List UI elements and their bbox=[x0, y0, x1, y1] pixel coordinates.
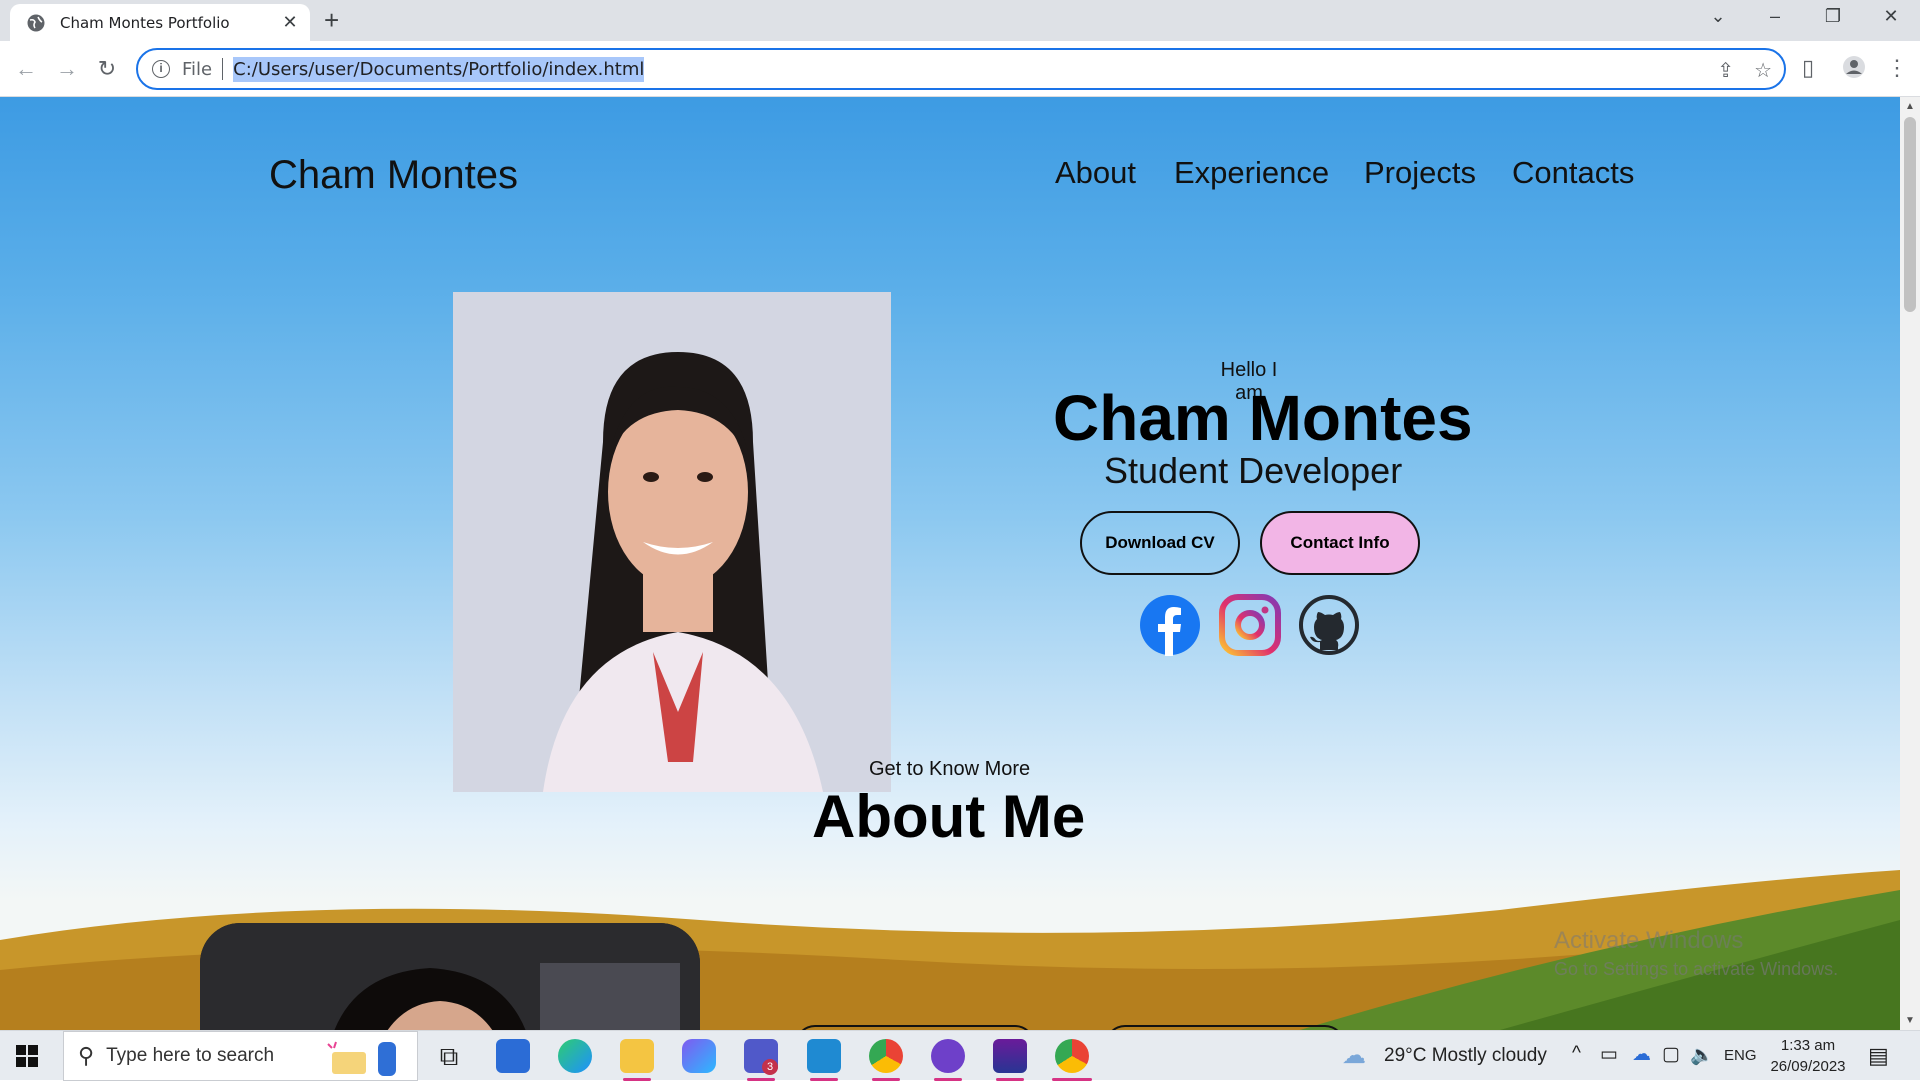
file-explorer-icon[interactable] bbox=[620, 1039, 654, 1073]
site-brand[interactable]: Cham Montes bbox=[269, 153, 518, 198]
chrome-profile-icon[interactable] bbox=[869, 1039, 903, 1073]
windows-taskbar: ⚲ Type here to search ⧉ 3 ☁ 29°C Mostly … bbox=[0, 1030, 1920, 1081]
omnibox-divider bbox=[222, 58, 224, 80]
address-bar[interactable]: i File C:/Users/user/Documents/Portfolio… bbox=[136, 48, 1786, 90]
clock-date: 26/09/2023 bbox=[1770, 1058, 1846, 1075]
scrollbar-thumb[interactable] bbox=[1904, 117, 1916, 312]
onedrive-icon[interactable]: ☁ bbox=[1632, 1043, 1651, 1066]
forward-button[interactable]: → bbox=[51, 53, 83, 85]
reload-button[interactable]: ↻ bbox=[91, 53, 123, 85]
back-button[interactable]: ← bbox=[10, 53, 42, 85]
speaker-volume-icon[interactable]: 🔈 bbox=[1690, 1043, 1714, 1067]
copilot-icon[interactable] bbox=[682, 1039, 716, 1073]
clock-time: 1:33 am bbox=[1780, 1037, 1836, 1054]
restore-window-button[interactable]: ❐ bbox=[1818, 6, 1848, 27]
globe-icon bbox=[27, 14, 45, 31]
about-eyebrow: Get to Know More bbox=[869, 758, 1031, 780]
notifications-icon[interactable]: ▤ bbox=[1868, 1043, 1889, 1069]
scroll-up-arrow-icon[interactable]: ▲ bbox=[1905, 101, 1915, 112]
windows-start-icon[interactable] bbox=[16, 1045, 38, 1067]
site-info-icon[interactable]: i bbox=[152, 60, 170, 78]
facebook-icon[interactable] bbox=[1139, 594, 1201, 656]
nav-link-about[interactable]: About bbox=[1055, 155, 1136, 191]
network-icon[interactable]: ▭ bbox=[1600, 1043, 1618, 1066]
about-photo bbox=[200, 923, 700, 1030]
nav-link-experience[interactable]: Experience bbox=[1174, 155, 1329, 191]
browser-tab-strip: Cham Montes Portfolio ✕ + ⌄ – ❐ ✕ bbox=[0, 0, 1920, 41]
activate-windows-title: Activate Windows bbox=[1554, 927, 1744, 954]
contact-info-button[interactable]: Contact Info bbox=[1260, 511, 1420, 575]
scroll-down-arrow-icon[interactable]: ▼ bbox=[1905, 1015, 1915, 1026]
vscode-icon[interactable] bbox=[807, 1039, 841, 1073]
scheme-label: File bbox=[182, 58, 213, 80]
instagram-icon[interactable] bbox=[1219, 594, 1281, 656]
chrome-icon[interactable] bbox=[1055, 1039, 1089, 1073]
activate-windows-subtitle: Go to Settings to activate Windows. bbox=[1554, 959, 1839, 979]
download-cv-button[interactable]: Download CV bbox=[1080, 511, 1240, 575]
url-text[interactable]: C:/Users/user/Documents/Portfolio/index.… bbox=[233, 56, 645, 82]
meet-now-icon[interactable]: ▢ bbox=[1662, 1043, 1680, 1066]
bookmark-star-icon[interactable]: ☆ bbox=[1754, 58, 1772, 83]
browser-menu-icon[interactable]: ⋮ bbox=[1886, 55, 1908, 81]
minimize-window-button[interactable]: – bbox=[1760, 6, 1790, 27]
page-viewport: Cham Montes About Experience Projects Co… bbox=[0, 97, 1900, 1030]
side-panel-icon[interactable]: ▯ bbox=[1802, 55, 1814, 81]
weather-cloud-icon[interactable]: ☁ bbox=[1342, 1041, 1366, 1070]
hero-role: Student Developer bbox=[1104, 450, 1403, 491]
new-tab-button[interactable]: + bbox=[324, 7, 339, 33]
tab-title: Cham Montes Portfolio bbox=[60, 13, 230, 32]
system-clock[interactable]: 1:33 am 26/09/2023 bbox=[1768, 1035, 1848, 1077]
search-highlight-illustration-icon bbox=[322, 1038, 402, 1078]
about-title: About Me bbox=[812, 783, 1086, 850]
search-icon: ⚲ bbox=[78, 1043, 95, 1068]
profile-photo bbox=[453, 292, 891, 792]
weather-text[interactable]: 29°C Mostly cloudy bbox=[1384, 1045, 1547, 1067]
browser-toolbar: ← → ↻ i File C:/Users/user/Documents/Por… bbox=[0, 41, 1920, 97]
teams-notification-badge: 3 bbox=[762, 1059, 778, 1075]
nav-link-contacts[interactable]: Contacts bbox=[1512, 155, 1634, 191]
microsoft-store-icon[interactable] bbox=[496, 1039, 530, 1073]
github-icon[interactable] bbox=[1298, 594, 1360, 656]
close-window-button[interactable]: ✕ bbox=[1876, 6, 1906, 27]
input-language-indicator[interactable]: ENG bbox=[1724, 1047, 1757, 1064]
share-icon[interactable]: ⇪ bbox=[1717, 58, 1734, 83]
taskbar-search-placeholder: Type here to search bbox=[106, 1045, 275, 1066]
task-view-icon[interactable]: ⧉ bbox=[432, 1039, 466, 1073]
tab-close-icon[interactable]: ✕ bbox=[280, 12, 300, 32]
profile-avatar-icon[interactable] bbox=[1842, 55, 1866, 85]
edge-browser-icon[interactable] bbox=[558, 1039, 592, 1073]
show-hidden-icons-chevron-icon[interactable]: ^ bbox=[1572, 1043, 1581, 1065]
winrar-icon[interactable] bbox=[993, 1039, 1027, 1073]
github-desktop-icon[interactable] bbox=[931, 1039, 965, 1073]
taskbar-search-box[interactable]: ⚲ Type here to search bbox=[63, 1031, 418, 1081]
nav-link-projects[interactable]: Projects bbox=[1364, 155, 1476, 191]
page-scrollbar[interactable]: ▲ ▼ bbox=[1900, 97, 1920, 1030]
hero-name: Cham Montes bbox=[1053, 382, 1473, 454]
browser-tab-active[interactable]: Cham Montes Portfolio ✕ bbox=[10, 4, 310, 41]
tab-search-chevron-icon[interactable]: ⌄ bbox=[1703, 6, 1733, 27]
